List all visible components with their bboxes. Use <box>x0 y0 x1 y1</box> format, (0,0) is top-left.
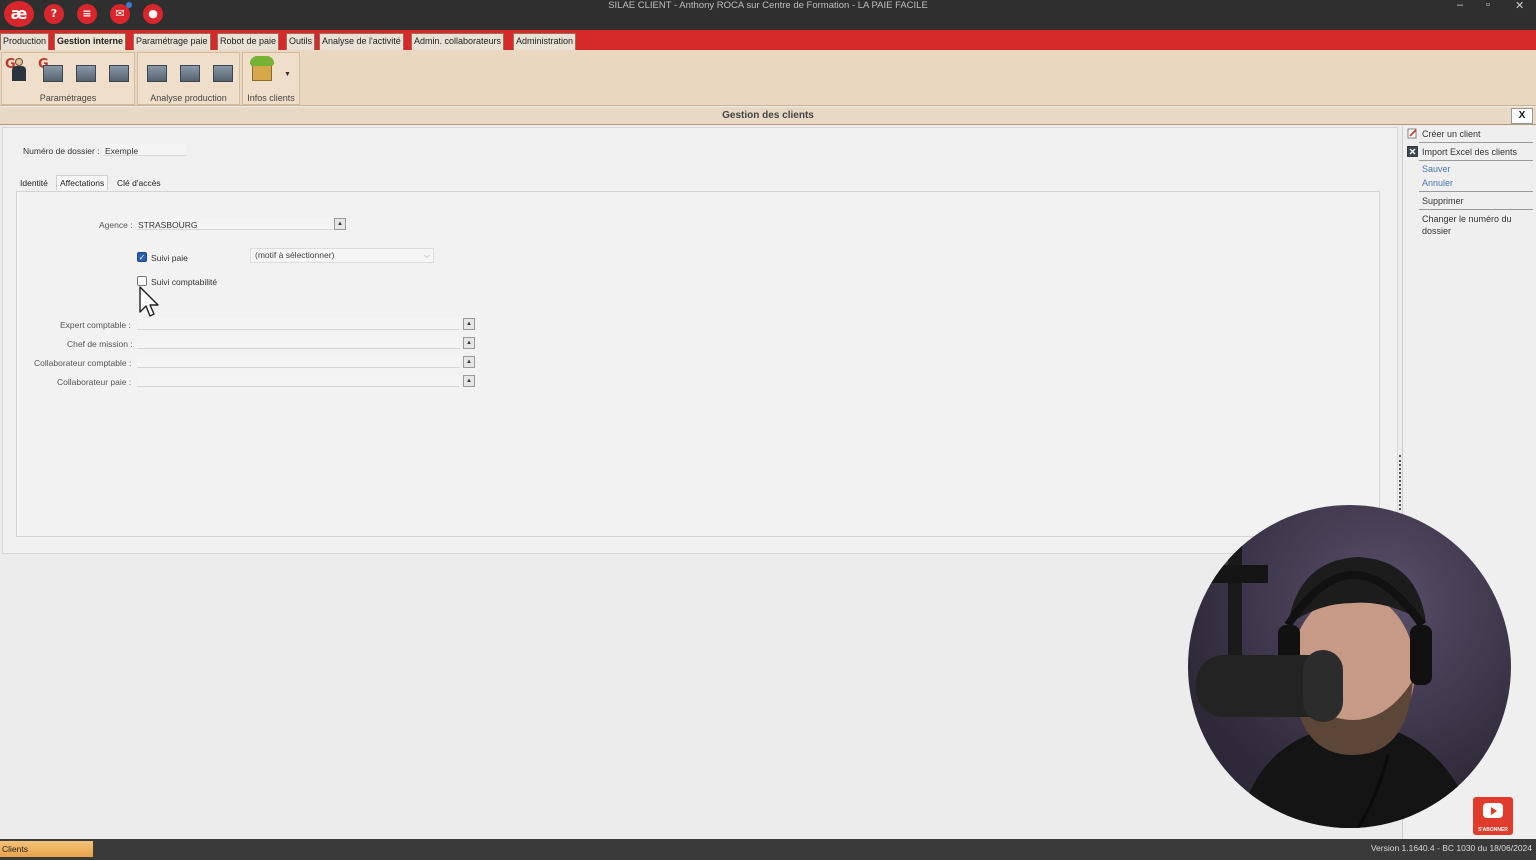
chef-de-mission-field[interactable] <box>137 337 460 349</box>
collaborateur-comptable-label: Collaborateur comptable : <box>34 358 132 368</box>
title-bar: æ ? ≡ ✉ ● SILAE CLIENT - Anthony ROCA su… <box>0 0 1536 30</box>
change-dossier-number-button-line2[interactable]: dossier <box>1422 226 1451 236</box>
agence-value: STRASBOURG <box>138 220 198 230</box>
collaborateur-comptable-field[interactable] <box>137 356 460 368</box>
import-excel-button[interactable]: Import Excel des clients <box>1422 147 1517 157</box>
dossier-label: Numéro de dossier : <box>23 146 100 156</box>
tab-production[interactable]: Production <box>0 33 50 50</box>
tab-robot-de-paie[interactable]: Robot de paie <box>217 33 280 50</box>
panel-title-text: Gestion des clients <box>722 110 814 121</box>
mouse-cursor-icon <box>139 286 159 317</box>
status-bar: Clients Version 1.1640.4 - BC 1030 du 18… <box>0 839 1536 860</box>
status-module: Clients <box>0 841 93 857</box>
minimize-button[interactable]: – <box>1457 0 1463 11</box>
ribbon-group-label: Infos clients <box>247 93 295 103</box>
motif-placeholder: (motif à sélectionner) <box>255 250 335 260</box>
divider <box>1419 160 1533 161</box>
expert-comptable-label: Expert comptable : <box>60 320 131 330</box>
suivi-paie-motif-select[interactable]: (motif à sélectionner) ⌵ <box>250 248 434 263</box>
create-client-button[interactable]: Créer un client <box>1422 129 1481 139</box>
tab-identite[interactable]: Identité <box>17 176 51 191</box>
grid-chart-icon[interactable] <box>141 56 169 84</box>
expert-comptable-field[interactable] <box>137 318 460 330</box>
ribbon: G G Paramétrages Analyse production ▼ In… <box>0 50 1536 106</box>
user-settings-icon[interactable]: G <box>4 56 32 84</box>
close-panel-button[interactable]: X <box>1511 108 1533 124</box>
tab-gestion-interne[interactable]: Gestion interne <box>54 33 127 50</box>
grid-settings-icon[interactable]: G <box>37 56 65 84</box>
play-icon <box>1491 807 1497 815</box>
tab-admin-collaborateurs[interactable]: Admin. collaborateurs <box>411 33 505 50</box>
collaborateur-comptable-picker-button[interactable]: ▲ <box>463 356 475 368</box>
ribbon-group-label: Analyse production <box>150 93 227 103</box>
save-button[interactable]: Sauver <box>1422 164 1451 174</box>
webcam-overlay <box>1188 505 1511 828</box>
delete-button[interactable]: Supprimer <box>1422 196 1464 206</box>
grid-settings-icon[interactable] <box>103 56 131 84</box>
ribbon-group-label: Paramétrages <box>39 93 97 103</box>
collaborateur-paie-label: Collaborateur paie : <box>57 377 132 387</box>
divider <box>1419 191 1533 192</box>
edit-icon <box>1407 128 1417 139</box>
tab-administration[interactable]: Administration <box>513 33 577 50</box>
grid-chart-icon[interactable] <box>174 56 202 84</box>
tab-parametrage-paie[interactable]: Paramétrage paie <box>133 33 211 50</box>
tab-affectations[interactable]: Affectations <box>56 175 109 190</box>
youtube-subscribe-button[interactable]: S'ABONNER <box>1473 797 1513 835</box>
ribbon-tab-bar: Production Gestion interne Paramétrage p… <box>0 30 1536 50</box>
tab-analyse-activite[interactable]: Analyse de l'activité <box>319 33 404 50</box>
agence-label: Agence : <box>99 220 133 230</box>
tab-cle-acces[interactable]: Clé d'accès <box>114 176 164 191</box>
divider <box>1419 142 1533 143</box>
youtube-subscribe-label: S'ABONNER <box>1478 827 1508 833</box>
chevron-down-icon: ⌵ <box>423 251 430 260</box>
ribbon-group-analyse-production: Analyse production <box>137 52 240 105</box>
grid-chart-icon[interactable] <box>207 56 235 84</box>
suivi-comptabilite-checkbox[interactable] <box>137 276 147 286</box>
divider <box>1419 209 1533 210</box>
agence-picker-button[interactable]: ▲ <box>334 218 346 230</box>
presenter-video <box>1196 545 1478 828</box>
ribbon-group-parametrages: G G Paramétrages <box>1 52 135 105</box>
chevron-down-icon[interactable]: ▼ <box>284 71 291 78</box>
tab-outils[interactable]: Outils <box>286 33 316 50</box>
suivi-paie-label: Suivi paie <box>151 253 188 263</box>
window-title: SILAE CLIENT - Anthony ROCA sur Centre d… <box>608 0 928 11</box>
status-version: Version 1.1640.4 - BC 1030 du 18/06/2024 <box>1370 843 1532 853</box>
chef-de-mission-picker-button[interactable]: ▲ <box>463 337 475 349</box>
chef-de-mission-label: Chef de mission : <box>67 339 133 349</box>
tshirt-icon[interactable] <box>250 56 274 82</box>
panel-title: Gestion des clients X <box>0 107 1536 125</box>
collaborateur-paie-picker-button[interactable]: ▲ <box>463 375 475 387</box>
collaborateur-paie-field[interactable] <box>137 375 460 387</box>
cancel-button[interactable]: Annuler <box>1422 178 1453 188</box>
excel-icon <box>1407 146 1418 157</box>
close-window-button[interactable]: ✕ <box>1515 0 1524 12</box>
expert-comptable-picker-button[interactable]: ▲ <box>463 318 475 330</box>
dossier-value: Exemple <box>105 146 139 156</box>
maximize-button[interactable]: ▫ <box>1486 0 1490 11</box>
change-dossier-number-button[interactable]: Changer le numéro du <box>1422 214 1512 224</box>
suivi-paie-checkbox[interactable]: ✓ <box>137 252 147 262</box>
ribbon-group-infos-clients: ▼ Infos clients <box>242 52 300 105</box>
grid-settings-icon[interactable] <box>70 56 98 84</box>
